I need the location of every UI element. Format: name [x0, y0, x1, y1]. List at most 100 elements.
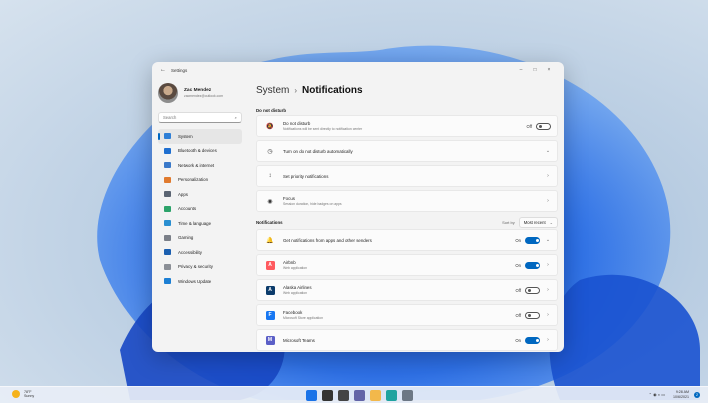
chevron-down-icon[interactable]: ⌄ — [545, 237, 551, 243]
app-notification-card[interactable]: A Airbnb Web application On › — [256, 254, 558, 276]
chevron-right-icon[interactable]: › — [545, 337, 551, 343]
chevron-right-icon[interactable]: › — [545, 198, 551, 204]
toggle-state-label: On — [515, 337, 521, 343]
dnd-section-label: Do not disturb — [256, 108, 286, 113]
app-notification-card[interactable]: M Microsoft Teams On › — [256, 329, 558, 351]
chevron-down-icon: ⌄ — [549, 219, 553, 225]
sidebar-item-label: Accounts — [178, 206, 197, 212]
wifi-icon — [164, 162, 171, 169]
sidebar-item-privacy-security[interactable]: Privacy & security — [158, 260, 242, 275]
app-notification-card[interactable]: A Alaska Airlines Web application Off › — [256, 279, 558, 301]
edge-icon[interactable] — [386, 390, 397, 401]
chevron-down-icon[interactable]: ⌄ — [545, 148, 551, 154]
app-notification-card[interactable]: F Facebook Microsoft Store application Off › — [256, 304, 558, 326]
chevron-right-icon[interactable]: › — [545, 287, 551, 293]
alaska-airlines-icon: A — [263, 285, 277, 295]
maximize-button[interactable]: □ — [528, 67, 542, 73]
card-title: Turn on do not disturb automatically — [283, 148, 353, 154]
update-icon — [164, 278, 171, 285]
page-title: Notifications — [302, 84, 363, 96]
sort-by-label: Sort by — [502, 219, 515, 225]
chevron-right-icon[interactable]: › — [545, 262, 551, 268]
priority-icon: ↕ — [268, 173, 272, 179]
card-title: Focus — [283, 196, 295, 201]
toggle-state-label: Off — [526, 123, 532, 129]
toggle-state-label: On — [515, 237, 521, 243]
card-subtitle: Microsoft Store application — [283, 316, 323, 320]
sidebar-item-label: Apps — [178, 191, 189, 197]
main-content: System › Notifications Do not disturb 🔕 D… — [256, 78, 558, 352]
sidebar-item-time-language[interactable]: Time & language — [158, 216, 242, 231]
taskbar: 78°F Sunny ⌃ ◉ ◖ ▭ 9:28 AM 10/6/2021 2 — [0, 386, 708, 403]
file-explorer-icon[interactable] — [370, 390, 381, 401]
notification-badge[interactable]: 2 — [694, 391, 700, 398]
sidebar-item-network-internet[interactable]: Network & internet — [158, 158, 242, 173]
sidebar-item-bluetooth-devices[interactable]: Bluetooth & devices — [158, 144, 242, 159]
toggle-switch[interactable] — [525, 311, 540, 319]
notifications-section-label: Notifications — [256, 219, 283, 225]
brush-icon — [164, 176, 171, 183]
avatar — [158, 83, 178, 103]
tray-icons[interactable]: ⌃ ◉ ◖ ▭ — [649, 392, 665, 397]
close-button[interactable]: × — [542, 67, 556, 73]
sort-value: Most recent — [523, 219, 546, 225]
dnd-toggle-card[interactable]: 🔕 Do not disturb Notifications will be sen… — [256, 115, 558, 137]
toggle-switch[interactable] — [525, 336, 540, 344]
card-subtitle: Web application — [283, 291, 308, 295]
sidebar-item-label: Personalization — [178, 177, 209, 183]
clock-date: 10/6/2021 — [673, 394, 689, 399]
sun-icon — [12, 390, 20, 399]
user-name: Zac Mendez — [184, 88, 212, 93]
toggle-switch[interactable] — [525, 236, 540, 244]
user-profile[interactable]: Zac Mendez zacmendez@outlook.com — [158, 80, 242, 106]
clock[interactable]: 9:28 AM 10/6/2021 — [673, 390, 689, 399]
bell-icon: 🔔 — [266, 237, 274, 244]
chevron-right-icon[interactable]: › — [545, 312, 551, 318]
minimize-button[interactable]: – — [514, 67, 528, 73]
notifications-header: Notifications Sort by Most recent ⌄ — [256, 215, 558, 229]
sidebar-item-label: Accessibility — [178, 249, 202, 255]
teams-icon: M — [263, 335, 277, 345]
airbnb-icon: A — [263, 260, 277, 270]
search-placeholder: Search — [163, 115, 177, 120]
windows-start-icon[interactable] — [306, 390, 317, 401]
accessibility-icon — [164, 249, 171, 256]
auto-dnd-card[interactable]: ◷ Turn on do not disturb automatically ⌄ — [256, 140, 558, 162]
search-input[interactable]: Search ⌕ — [158, 112, 242, 123]
sidebar-item-label: System — [178, 133, 193, 139]
priority-notifications-card[interactable]: ↕ Set priority notifications › — [256, 165, 558, 187]
window-title: Settings — [171, 67, 188, 73]
chat-icon[interactable] — [354, 390, 365, 401]
toggle-switch[interactable] — [525, 286, 540, 294]
card-title: Microsoft Teams — [283, 337, 315, 343]
settings-icon[interactable] — [402, 390, 413, 401]
system-tray: ⌃ ◉ ◖ ▭ 9:28 AM 10/6/2021 2 — [649, 390, 700, 399]
toggle-switch[interactable] — [525, 261, 540, 269]
chevron-right-icon[interactable]: › — [545, 173, 551, 179]
sidebar-item-personalization[interactable]: Personalization — [158, 173, 242, 188]
sidebar-item-apps[interactable]: Apps — [158, 187, 242, 202]
weather-condition: Sunny — [24, 394, 35, 399]
focus-card[interactable]: ◉ Focus Session duration, hide badges on a… — [256, 190, 558, 212]
sidebar-item-label: Network & internet — [178, 162, 215, 168]
breadcrumb-parent[interactable]: System — [256, 85, 289, 96]
apps-icon — [164, 191, 171, 198]
task-view-icon[interactable] — [338, 390, 349, 401]
toggle-state-label: Off — [515, 287, 521, 293]
notifications-master-card[interactable]: 🔔 Get notifications from apps and other s… — [256, 229, 558, 251]
sort-dropdown[interactable]: Most recent ⌄ — [518, 216, 558, 228]
toggle-switch[interactable] — [536, 122, 551, 130]
sidebar-item-system[interactable]: System — [158, 129, 242, 144]
sidebar: Zac Mendez zacmendez@outlook.com Search … — [152, 78, 248, 352]
sidebar-item-accessibility[interactable]: Accessibility — [158, 245, 242, 260]
globe-icon — [164, 220, 171, 227]
sidebar-item-gaming[interactable]: Gaming — [158, 231, 242, 246]
back-arrow-icon[interactable]: ← — [160, 67, 166, 73]
sidebar-item-windows-update[interactable]: Windows Update — [158, 274, 242, 289]
search-icon[interactable] — [322, 390, 333, 401]
settings-window: ← Settings – □ × Zac Mendez zacmendez@ou… — [152, 62, 564, 352]
clock-time: 9:28 AM — [675, 390, 689, 394]
sidebar-item-label: Privacy & security — [178, 264, 213, 270]
weather-widget[interactable]: 78°F Sunny — [12, 390, 34, 399]
sidebar-item-accounts[interactable]: Accounts — [158, 202, 242, 217]
